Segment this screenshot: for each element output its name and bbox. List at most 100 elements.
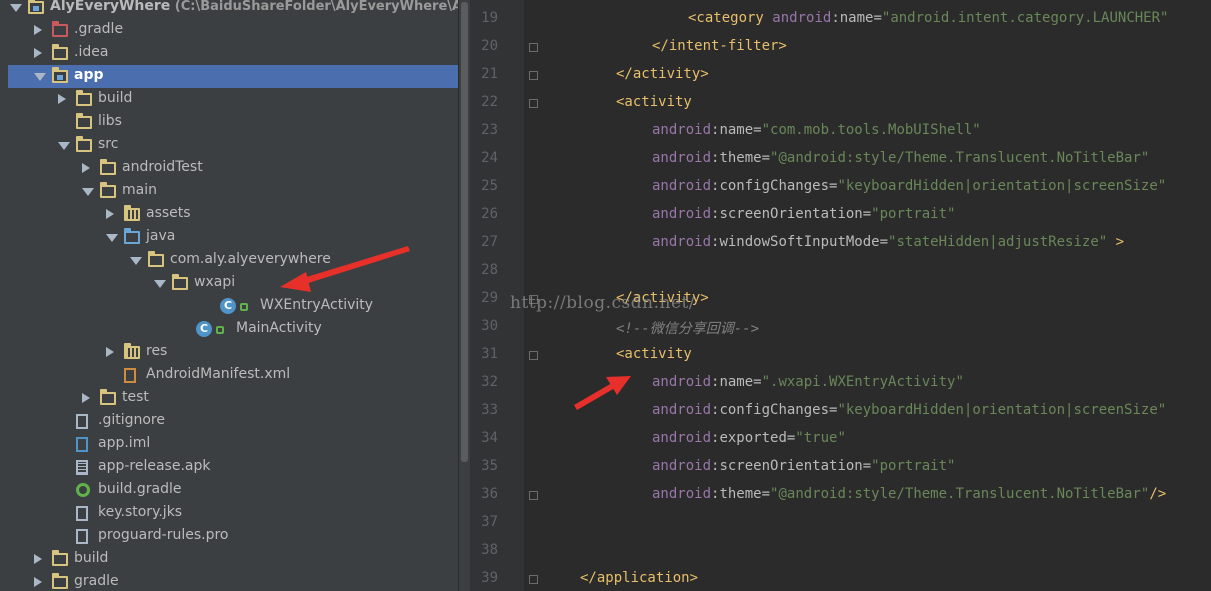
tree-item-label: test <box>122 389 149 405</box>
code-line[interactable]: </activity> <box>616 66 709 82</box>
lock-icon <box>216 326 224 334</box>
code-line[interactable]: android:windowSoftInputMode="stateHidden… <box>652 234 1124 250</box>
tree-item[interactable]: key.story.jks <box>8 502 458 525</box>
line-number: 19 <box>481 10 498 26</box>
expand-arrow-icon[interactable] <box>58 142 70 150</box>
tree-item[interactable]: gradle <box>8 571 458 591</box>
code-line[interactable]: android:screenOrientation="portrait" <box>652 206 955 222</box>
tree-item[interactable]: androidTest <box>8 157 458 180</box>
tree-item[interactable]: build <box>8 548 458 571</box>
tree-item[interactable]: main <box>8 180 458 203</box>
tree-item[interactable]: app <box>8 65 458 88</box>
folder-icon <box>52 44 68 60</box>
collapse-arrow-icon[interactable] <box>82 163 90 173</box>
code-token: </intent-filter> <box>652 38 787 54</box>
code-token: "true" <box>795 430 846 446</box>
expand-arrow-icon[interactable] <box>34 73 46 81</box>
expand-arrow-icon[interactable] <box>154 280 166 288</box>
folder-icon <box>100 182 116 198</box>
text-file-icon <box>76 529 88 544</box>
line-number: 24 <box>481 150 498 166</box>
collapse-arrow-icon[interactable] <box>34 25 42 35</box>
folder-icon <box>76 113 92 129</box>
tree-item[interactable]: C WXEntryActivity <box>8 295 458 318</box>
expand-arrow-icon[interactable] <box>82 188 94 196</box>
tree-item[interactable]: test <box>8 387 458 410</box>
code-token: android <box>652 150 712 166</box>
code-line[interactable]: <activity <box>616 94 692 110</box>
tree-item[interactable]: java <box>8 226 458 249</box>
code-line[interactable]: <category android:name="android.intent.c… <box>688 10 1168 26</box>
tree-item[interactable]: .gradle <box>8 19 458 42</box>
lock-icon <box>240 303 248 311</box>
tree-item[interactable]: app.iml <box>8 433 458 456</box>
expand-arrow-icon[interactable] <box>130 257 142 265</box>
code-line[interactable]: <!--微信分享回调--> <box>616 318 759 338</box>
tree-item[interactable]: AndroidManifest.xml <box>8 364 458 387</box>
code-line[interactable]: android:theme="@android:style/Theme.Tran… <box>652 486 1166 502</box>
line-number: 31 <box>481 346 498 362</box>
line-number: 27 <box>481 234 498 250</box>
tree-item[interactable]: com.aly.alyeverywhere <box>8 249 458 272</box>
tree-item[interactable]: res <box>8 341 458 364</box>
module-folder-icon <box>28 0 44 14</box>
code-line[interactable]: <activity <box>616 346 692 362</box>
tree-item-label: .idea <box>74 44 109 60</box>
code-line[interactable]: </application> <box>580 570 698 586</box>
code-line[interactable]: android:screenOrientation="portrait" <box>652 458 955 474</box>
collapse-arrow-icon[interactable] <box>34 48 42 58</box>
code-token: "android.intent.category.LAUNCHER" <box>881 10 1169 26</box>
code-token: <category <box>688 10 773 26</box>
collapse-arrow-icon[interactable] <box>58 94 66 104</box>
tree-item[interactable]: src <box>8 134 458 157</box>
collapse-arrow-icon[interactable] <box>82 393 90 403</box>
folder-blue-icon <box>124 228 140 244</box>
code-line[interactable]: </intent-filter> <box>652 38 787 54</box>
collapse-arrow-icon[interactable] <box>34 577 42 587</box>
code-token: "keyboardHidden|orientation|screenSize" <box>837 178 1167 194</box>
folder-grid-icon <box>124 205 140 221</box>
tree-item-label: libs <box>98 113 122 129</box>
code-line[interactable]: android:name="com.mob.tools.MobUIShell" <box>652 122 981 138</box>
code-token: android <box>652 458 712 474</box>
expand-arrow-icon[interactable] <box>106 234 118 242</box>
line-number: 33 <box>481 402 498 418</box>
tree-item[interactable]: app-release.apk <box>8 456 458 479</box>
tree-item-label: main <box>122 182 157 198</box>
line-number: 23 <box>481 122 498 138</box>
tree-item-label: src <box>98 136 119 152</box>
tree-item[interactable]: build.gradle <box>8 479 458 502</box>
folder-icon <box>76 90 92 106</box>
class-icon: C <box>196 321 212 337</box>
tree-item[interactable]: .gitignore <box>8 410 458 433</box>
tree-item-label: MainActivity <box>236 320 322 336</box>
folder-icon <box>52 573 68 589</box>
code-line[interactable]: android:exported="true" <box>652 430 846 446</box>
tree-item[interactable]: AlyEveryWhere (C:\BaiduShareFolder\AlyEv… <box>8 0 458 19</box>
line-number: 26 <box>481 206 498 222</box>
code-line[interactable]: android:theme="@android:style/Theme.Tran… <box>652 150 1149 166</box>
tree-item-label: java <box>146 228 176 244</box>
code-line[interactable]: android:configChanges="keyboardHidden|or… <box>652 402 1166 418</box>
line-number: 32 <box>481 374 498 390</box>
code-line[interactable]: android:configChanges="keyboardHidden|or… <box>652 178 1166 194</box>
line-number: 39 <box>481 570 498 586</box>
tree-item[interactable]: wxapi <box>8 272 458 295</box>
tree-item[interactable]: C MainActivity <box>8 318 458 341</box>
tree-item[interactable]: assets <box>8 203 458 226</box>
collapse-arrow-icon[interactable] <box>34 554 42 564</box>
collapse-arrow-icon[interactable] <box>106 347 114 357</box>
tree-item[interactable]: proguard-rules.pro <box>8 525 458 548</box>
line-number: 38 <box>481 542 498 558</box>
tree-item[interactable]: .idea <box>8 42 458 65</box>
code-line[interactable]: android:name=".wxapi.WXEntryActivity" <box>652 374 964 390</box>
code-token: <activity <box>616 94 692 110</box>
code-token: android <box>772 10 832 26</box>
collapse-arrow-icon[interactable] <box>106 209 114 219</box>
tree-item[interactable]: build <box>8 88 458 111</box>
code-token: <activity <box>616 346 692 362</box>
expand-arrow-icon[interactable] <box>10 4 22 12</box>
code-token: <!--微信分享回调--> <box>616 321 760 337</box>
tree-item[interactable]: libs <box>8 111 458 134</box>
line-number: 36 <box>481 486 498 502</box>
